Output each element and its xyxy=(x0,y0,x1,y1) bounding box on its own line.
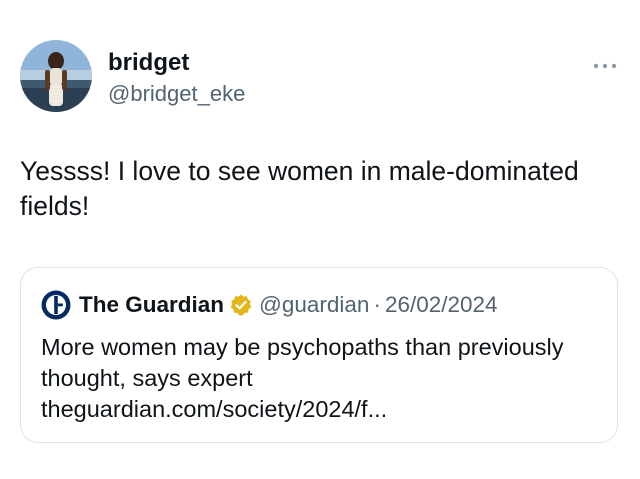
avatar[interactable] xyxy=(20,40,92,112)
author-display-name[interactable]: bridget xyxy=(108,49,189,77)
tweet-text: Yessss! I love to see women in male-domi… xyxy=(20,156,579,221)
separator-dot: · xyxy=(373,292,381,317)
verified-badge-icon xyxy=(230,294,252,316)
quoted-tweet-card[interactable]: The Guardian @guardian · 26/02/2024 More… xyxy=(20,267,618,443)
quoted-tweet-header: The Guardian @guardian · 26/02/2024 xyxy=(41,290,498,320)
quoted-author-display-name[interactable]: The Guardian xyxy=(79,292,224,318)
quoted-tweet-date[interactable]: 26/02/2024 xyxy=(385,292,498,318)
avatar-photo-icon xyxy=(20,40,92,112)
quoted-author-handle[interactable]: @guardian xyxy=(259,292,369,318)
guardian-logo-icon xyxy=(41,290,71,320)
author-handle[interactable]: @bridget_eke xyxy=(108,81,245,107)
tweet-header: bridget @bridget_eke xyxy=(20,40,620,116)
quoted-tweet-text: More women may be psychopaths than previ… xyxy=(41,334,564,422)
more-options-icon[interactable] xyxy=(592,58,618,69)
